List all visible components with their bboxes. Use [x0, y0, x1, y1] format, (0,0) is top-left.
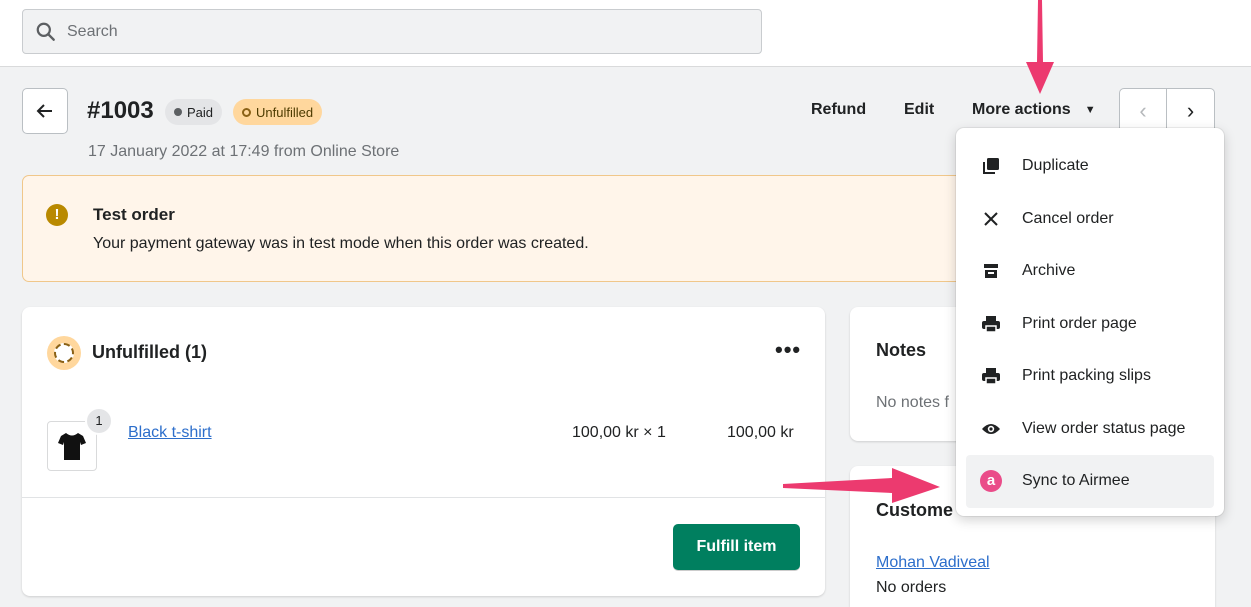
- order-number: #1003: [87, 97, 154, 124]
- unfulfilled-ring-icon: [242, 107, 251, 117]
- warning-icon: !: [46, 204, 68, 226]
- product-link[interactable]: Black t-shirt: [128, 424, 212, 442]
- more-actions-button[interactable]: More actions ▼: [972, 101, 1096, 119]
- notes-text: No notes f: [876, 394, 949, 411]
- chevron-left-icon: ‹: [1139, 98, 1147, 123]
- order-subtitle: 17 January 2022 at 17:49 from Online Sto…: [88, 143, 400, 160]
- more-actions-menu: Duplicate Cancel order Archive Print ord…: [956, 128, 1224, 516]
- quantity-badge: 1: [85, 407, 113, 435]
- item-total-price: 100,00 kr: [727, 424, 794, 441]
- search-icon: [36, 22, 55, 41]
- arrow-left-icon: [36, 104, 52, 118]
- menu-item-label: Archive: [1022, 262, 1076, 280]
- archive-icon: [978, 260, 1004, 282]
- notes-title: Notes: [876, 340, 927, 360]
- paid-dot-icon: [174, 108, 182, 116]
- card-divider: [22, 497, 825, 498]
- chevron-right-icon: ›: [1186, 98, 1195, 123]
- eye-icon: [978, 418, 1004, 440]
- menu-item-label: Cancel order: [1022, 209, 1114, 227]
- menu-item-sync-to-airmee[interactable]: a Sync to Airmee: [966, 455, 1214, 508]
- airmee-logo-icon: a: [978, 470, 1004, 493]
- more-actions-label: More actions: [972, 101, 1071, 118]
- item-unit-price: 100,00 kr × 1: [572, 424, 666, 441]
- more-options-icon[interactable]: •••: [775, 337, 801, 363]
- banner-title: Test order: [93, 205, 175, 224]
- unfulfilled-card-title: Unfulfilled (1): [92, 342, 207, 362]
- tshirt-icon: [58, 433, 86, 460]
- test-order-banner: ! Test order Your payment gateway was in…: [22, 175, 982, 282]
- menu-item-label: Duplicate: [1022, 157, 1089, 175]
- fulfillment-status-badge: Unfulfilled: [233, 99, 323, 125]
- fulfillment-badge-label: Unfulfilled: [256, 104, 314, 120]
- menu-item-archive[interactable]: Archive: [966, 245, 1214, 298]
- menu-item-print-order-page[interactable]: Print order page: [966, 298, 1214, 351]
- back-button[interactable]: [22, 88, 68, 134]
- paid-badge-label: Paid: [187, 104, 214, 120]
- fulfill-item-button[interactable]: Fulfill item: [673, 524, 800, 570]
- airmee-logo-letter: a: [980, 470, 1002, 493]
- menu-item-label: Print packing slips: [1022, 367, 1151, 385]
- close-icon: [978, 208, 1004, 230]
- caret-down-icon: ▼: [1084, 104, 1096, 116]
- printer-icon: [978, 365, 1004, 387]
- previous-order-button[interactable]: ‹: [1120, 89, 1168, 133]
- banner-text: Your payment gateway was in test mode wh…: [93, 235, 589, 252]
- customer-orders-count: No orders: [876, 579, 947, 596]
- customer-name-link[interactable]: Mohan Vadiveal: [876, 554, 990, 572]
- menu-item-label: Sync to Airmee: [1022, 472, 1130, 490]
- search-bar[interactable]: [22, 9, 762, 54]
- duplicate-icon: [978, 155, 1004, 177]
- top-bar: [0, 0, 1251, 67]
- customer-title: Custome: [876, 500, 954, 520]
- next-order-button[interactable]: ›: [1167, 89, 1214, 133]
- menu-item-print-packing-slips[interactable]: Print packing slips: [966, 350, 1214, 403]
- edit-button[interactable]: Edit: [904, 101, 934, 119]
- paid-status-badge: Paid: [165, 99, 223, 125]
- menu-item-cancel-order[interactable]: Cancel order: [966, 193, 1214, 246]
- search-input[interactable]: [67, 22, 717, 41]
- menu-item-label: View order status page: [1022, 419, 1186, 437]
- unfulfilled-card: Unfulfilled (1) ••• 1 Black t-shirt 100,…: [22, 307, 825, 596]
- menu-item-duplicate[interactable]: Duplicate: [966, 140, 1214, 193]
- menu-item-label: Print order page: [1022, 314, 1137, 332]
- unfulfilled-status-icon: [47, 336, 81, 370]
- printer-icon: [978, 313, 1004, 335]
- refund-button[interactable]: Refund: [811, 101, 866, 119]
- menu-item-view-order-status-page[interactable]: View order status page: [966, 403, 1214, 456]
